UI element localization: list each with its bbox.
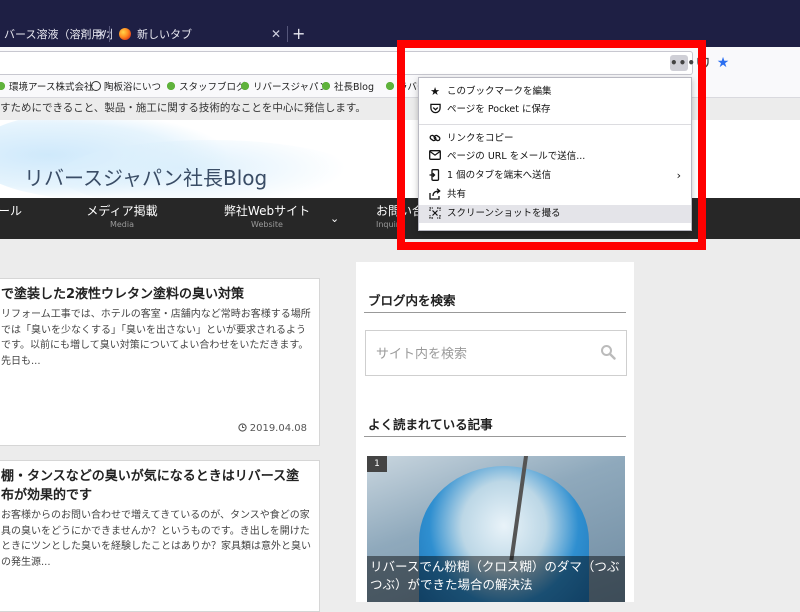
post-title[interactable]: 棚・タンスなどの臭いが気になるときはリバース塗布が効果的です bbox=[1, 467, 311, 505]
leaf-icon bbox=[385, 81, 395, 91]
bookmark-item[interactable]: 環境アース株式会社 bbox=[0, 81, 93, 95]
popular-widget-title: よく読まれている記事 bbox=[368, 417, 493, 432]
link-icon bbox=[428, 132, 442, 146]
leaf-icon bbox=[0, 81, 6, 91]
page-actions-menu: ★ このブックマークを編集 ページを Pocket に保存 リンクをコピー ペー… bbox=[418, 77, 692, 231]
divider bbox=[364, 436, 626, 437]
post-card[interactable]: 棚・タンスなどの臭いが気になるときはリバース塗布が効果的です お客様からのお問い… bbox=[0, 460, 320, 612]
chevron-down-icon[interactable]: ⌄ bbox=[330, 212, 339, 225]
tab-separator bbox=[109, 26, 110, 42]
tab-bar: バース溶液（溶剤用/水性 ✕ 新しいタブ ✕ + bbox=[0, 0, 800, 47]
search-widget-title: ブログ内を検索 bbox=[368, 293, 456, 308]
menu-item-save-to-pocket[interactable]: ページを Pocket に保存 bbox=[419, 101, 691, 119]
post-date: 2019.04.08 bbox=[237, 423, 307, 434]
screenshot-icon bbox=[428, 207, 442, 221]
new-tab-button[interactable]: + bbox=[292, 24, 305, 44]
leaf-icon bbox=[321, 81, 331, 91]
mail-icon bbox=[428, 150, 442, 164]
bookmark-item[interactable]: スタッフブログ bbox=[166, 81, 246, 95]
tab-new-tab[interactable]: 新しいタブ ✕ bbox=[111, 22, 287, 47]
tab-close-icon[interactable]: ✕ bbox=[96, 22, 106, 47]
nav-item-mail[interactable]: ール bbox=[0, 203, 28, 219]
post-excerpt: リフォーム工事では、ホテルの客室・店舗内など常時お客様する場所では「臭いを少なく… bbox=[1, 309, 311, 367]
menu-divider bbox=[419, 124, 691, 125]
globe-icon bbox=[91, 81, 101, 91]
chevron-right-icon: › bbox=[676, 169, 681, 182]
menu-item-share[interactable]: 共有 bbox=[419, 186, 691, 204]
url-bar[interactable] bbox=[0, 51, 693, 75]
star-icon: ★ bbox=[430, 85, 440, 98]
post-excerpt: お客様からのお問い合わせで増えてきているのが、タンスや食どの家具の臭いをどうにか… bbox=[1, 510, 311, 568]
menu-item-edit-bookmark[interactable]: ★ このブックマークを編集 bbox=[419, 83, 691, 101]
leaf-icon bbox=[240, 81, 250, 91]
tab-close-icon[interactable]: ✕ bbox=[271, 22, 281, 47]
sidebar: ブログ内を検索 よく読まれている記事 1 リバースでん粉糊（クロス糊）のダマ（つ… bbox=[356, 262, 634, 602]
bookmark-item[interactable]: リバースジャパン bbox=[240, 81, 329, 95]
tab-label: 新しいタブ bbox=[137, 28, 192, 41]
divider bbox=[364, 312, 626, 313]
popular-post-title[interactable]: リバースでん粉糊（クロス糊）のダマ（つぶつぶ）ができた場合の解決法 bbox=[367, 556, 625, 602]
search-box bbox=[365, 330, 627, 377]
pocket-icon bbox=[697, 57, 709, 69]
firefox-icon bbox=[119, 28, 131, 40]
menu-item-send-tab-to-device[interactable]: 1 個のタブを端末へ送信 › bbox=[419, 167, 691, 185]
share-icon bbox=[428, 188, 442, 202]
leaf-icon bbox=[166, 81, 176, 91]
bookmark-item[interactable]: 陶板浴にいつ bbox=[91, 81, 161, 95]
tab-separator bbox=[287, 26, 288, 42]
site-tagline: すためにできること、製品・施工に関する技術的なことを中心に発信します。 bbox=[0, 102, 366, 114]
nav-item-website[interactable]: 弊社Webサイト Website bbox=[212, 203, 322, 231]
post-title[interactable]: で塗装した2液性ウレタン塗料の臭い対策 bbox=[1, 285, 311, 304]
post-card[interactable]: で塗装した2液性ウレタン塗料の臭い対策 リフォーム工事では、ホテルの客室・店舗内… bbox=[0, 278, 320, 446]
send-to-device-icon bbox=[428, 169, 442, 183]
nav-item-media[interactable]: メディア掲載 Media bbox=[72, 203, 172, 231]
bookmark-star-button[interactable]: ★ bbox=[714, 55, 732, 71]
bookmark-item[interactable]: 社長Blog bbox=[321, 81, 374, 95]
clock-icon bbox=[237, 423, 247, 432]
search-icon[interactable] bbox=[600, 344, 616, 360]
rank-badge: 1 bbox=[367, 456, 387, 472]
star-icon: ★ bbox=[716, 55, 730, 71]
page-actions-button[interactable]: ••• bbox=[670, 55, 695, 71]
tab-reverse-solution[interactable]: バース溶液（溶剤用/水性 ✕ bbox=[0, 22, 112, 47]
navigation-toolbar: ••• ★ bbox=[0, 47, 800, 80]
search-input[interactable] bbox=[366, 331, 598, 377]
menu-item-email-link[interactable]: ページの URL をメールで送信... bbox=[419, 148, 691, 166]
pocket-button[interactable] bbox=[694, 55, 712, 71]
menu-item-copy-link[interactable]: リンクをコピー bbox=[419, 130, 691, 148]
menu-item-take-screenshot[interactable]: スクリーンショットを撮る bbox=[419, 205, 691, 223]
pocket-icon bbox=[428, 103, 442, 117]
site-title[interactable]: リバースジャパン社長Blog bbox=[24, 162, 267, 191]
popular-post[interactable]: 1 リバースでん粉糊（クロス糊）のダマ（つぶつぶ）ができた場合の解決法 bbox=[367, 456, 625, 602]
